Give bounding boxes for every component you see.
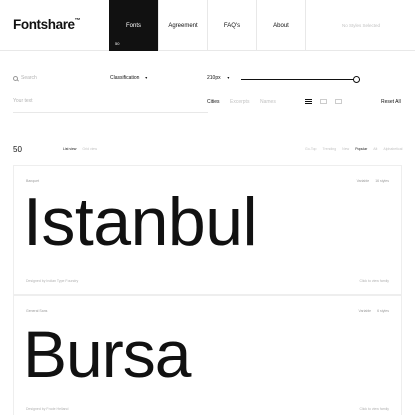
font-card[interactable]: General Sans Variable 6 styles Bursa Des… <box>13 295 402 415</box>
preset-cities[interactable]: Cities <box>207 99 220 105</box>
search-placeholder: Search <box>21 75 37 81</box>
font-specimen: Istanbul <box>23 184 258 260</box>
font-type: Variable <box>356 179 370 183</box>
nav-agreement[interactable]: Agreement <box>158 0 207 51</box>
reset-all-button[interactable]: Reset All <box>381 99 401 105</box>
grid-layout-icon[interactable] <box>320 99 327 104</box>
font-specimen: Bursa <box>23 317 191 391</box>
preview-text-input[interactable] <box>13 98 193 104</box>
selected-styles-button[interactable]: No Styles Selected <box>307 0 415 51</box>
classification-label: Classification <box>110 75 140 81</box>
caret-down-icon: ▼ <box>144 76 148 80</box>
sort-alt[interactable]: Alt <box>373 147 377 151</box>
fontshare-logo[interactable]: Fontshare™ <box>13 17 81 32</box>
search-icon <box>13 75 18 81</box>
font-name: General Sans <box>26 309 48 313</box>
size-dropdown[interactable]: 210px ▼ <box>207 75 230 81</box>
nav-faq-label: FAQ's <box>223 22 241 29</box>
view-family-link[interactable]: Click to view family <box>359 279 389 283</box>
logo-text: Fontshare <box>13 17 75 32</box>
nav-fonts[interactable]: Fonts 50 <box>109 0 158 51</box>
nav-faq[interactable]: FAQ's <box>207 0 256 51</box>
sort-new[interactable]: New <box>342 147 349 151</box>
font-meta: Variable 6 styles <box>359 309 389 313</box>
search-field[interactable]: Search <box>13 75 37 81</box>
logo-trademark: ™ <box>74 17 81 24</box>
grid-view-button[interactable]: Grid view <box>82 147 97 151</box>
nav-about[interactable]: About <box>256 0 306 51</box>
font-count: 50 <box>13 145 22 154</box>
view-family-link[interactable]: Click to view family <box>359 407 389 411</box>
font-meta: Variable 16 styles <box>357 179 389 183</box>
size-slider-handle[interactable] <box>352 75 360 83</box>
classification-dropdown[interactable]: Classification ▼ <box>110 75 148 81</box>
preview-text-field <box>13 88 208 113</box>
top-header: Fontshare™ Fonts 50 Agreement FAQ's Abou… <box>0 0 415 51</box>
font-name: Banquet <box>26 179 40 183</box>
sort-go-top[interactable]: Go-Top <box>305 147 316 151</box>
nav-about-label: About <box>273 22 289 29</box>
sort-trending[interactable]: Trending <box>322 147 336 151</box>
large-grid-layout-icon[interactable] <box>335 99 342 104</box>
layout-toggle <box>305 99 342 104</box>
preset-names[interactable]: Names <box>260 99 276 105</box>
font-card[interactable]: Banquet Variable 16 styles Istanbul Desi… <box>13 165 402 295</box>
sort-alphabetical[interactable]: Alphabetical <box>383 147 402 151</box>
sort-popular[interactable]: Popular <box>355 147 367 151</box>
nav-agreement-label: Agreement <box>168 22 198 29</box>
list-layout-icon[interactable] <box>305 99 312 104</box>
list-view-button[interactable]: List view <box>63 147 76 151</box>
sort-options: Go-Top Trending New Popular Alt Alphabet… <box>305 147 402 151</box>
font-designer: Designed by Indian Type Foundry <box>26 279 79 283</box>
selected-styles-label: No Styles Selected <box>341 23 381 28</box>
font-style-count: 6 styles <box>377 309 389 313</box>
caret-down-icon: ▼ <box>226 76 231 80</box>
size-value: 210px <box>207 75 221 81</box>
view-toggle: List view Grid view <box>63 147 97 151</box>
font-type: Variable <box>358 309 372 313</box>
nav-fonts-label: Fonts <box>125 22 141 29</box>
size-slider-track[interactable] <box>241 79 360 80</box>
font-style-count: 16 styles <box>375 179 389 183</box>
preset-excerpts[interactable]: Excerpts <box>230 99 249 105</box>
font-designer: Designed by Frode Helland <box>26 407 69 411</box>
nav-fonts-count: 50 <box>115 41 120 46</box>
main-nav: Fonts 50 Agreement FAQ's About <box>109 0 306 51</box>
